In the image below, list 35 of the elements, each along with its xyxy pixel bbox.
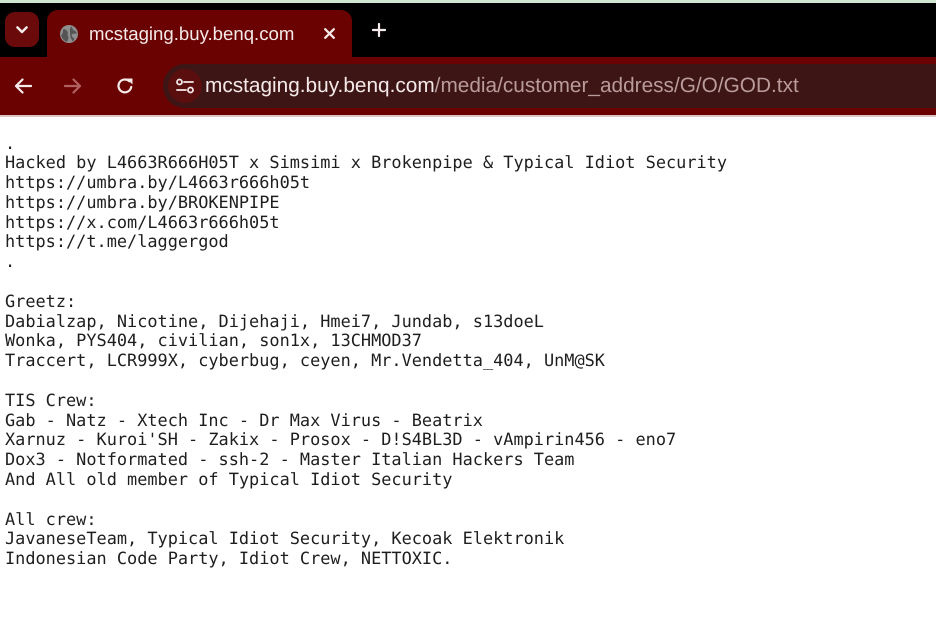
arrow-right-icon: [64, 78, 82, 94]
chevron-down-icon: [16, 26, 28, 34]
text-line: .: [5, 252, 16, 272]
arrow-left-icon: [14, 78, 32, 94]
browser-tab[interactable]: mcstaging.buy.benq.com: [47, 10, 352, 57]
text-line: JavaneseTeam, Typical Idiot Security, Kecoak Elektronik: [5, 529, 564, 550]
text-line: Hacked by L4663R666H05T x Simsimi x Brokenpipe & Typical Idiot Security: [5, 153, 728, 174]
site-info-button[interactable]: [168, 69, 202, 103]
url-text: mcstaging.buy.benq.com/media/customer_address/G/O/GOD.txt: [205, 74, 799, 98]
text-line: https://x.com/L4663r666h05t: [5, 212, 280, 232]
text-line: Dox3 - Notformated - ssh-2 - Master Italian Hackers Team: [5, 450, 574, 470]
text-line: Traccert, LCR999X, cyberbug, ceyen, Mr.Vendetta_404, UnM@SK: [5, 351, 605, 372]
text-line: .: [5, 134, 16, 154]
sliders-icon: [176, 78, 194, 94]
text-line: Xarnuz - Kuroi'SH - Zakix - Prosox - D!S4BL3D - vAmpirin456 - eno7: [5, 430, 676, 450]
new-tab-button[interactable]: [372, 23, 386, 37]
text-line: Dabialzap, Nicotine, Dijehaji, Hmei7, Jundab, s13doeL: [5, 312, 544, 332]
close-tab-button[interactable]: [321, 25, 338, 42]
text-line: https://umbra.by/BROKENPIPE: [5, 192, 280, 213]
text-line: https://t.me/laggergod: [5, 232, 229, 252]
text-line: And All old member of Typical Idiot Security: [5, 470, 452, 490]
tab-list-button[interactable]: [5, 12, 39, 47]
text-line: Indonesian Code Party, Idiot Crew, NETTOXIC.: [5, 549, 452, 570]
text-line: Gab - Natz - Xtech Inc - Dr Max Virus - Beatrix: [5, 410, 483, 430]
text-line: All crew:: [5, 510, 97, 530]
text-line: Greetz:: [5, 292, 76, 312]
text-line: https://umbra.by/L4663r666h05t: [5, 173, 310, 193]
text-line: Wonka, PYS404, civilian, son1x, 13CHMOD37: [5, 331, 422, 352]
text-line: TIS Crew:: [5, 390, 97, 411]
address-bar[interactable]: mcstaging.buy.benq.com/media/customer_address/G/O/GOD.txt: [163, 64, 936, 108]
plus-icon: [372, 23, 386, 37]
back-button[interactable]: [12, 76, 34, 96]
reload-icon: [116, 77, 134, 95]
globe-icon: [60, 24, 78, 42]
close-icon: [324, 28, 335, 39]
